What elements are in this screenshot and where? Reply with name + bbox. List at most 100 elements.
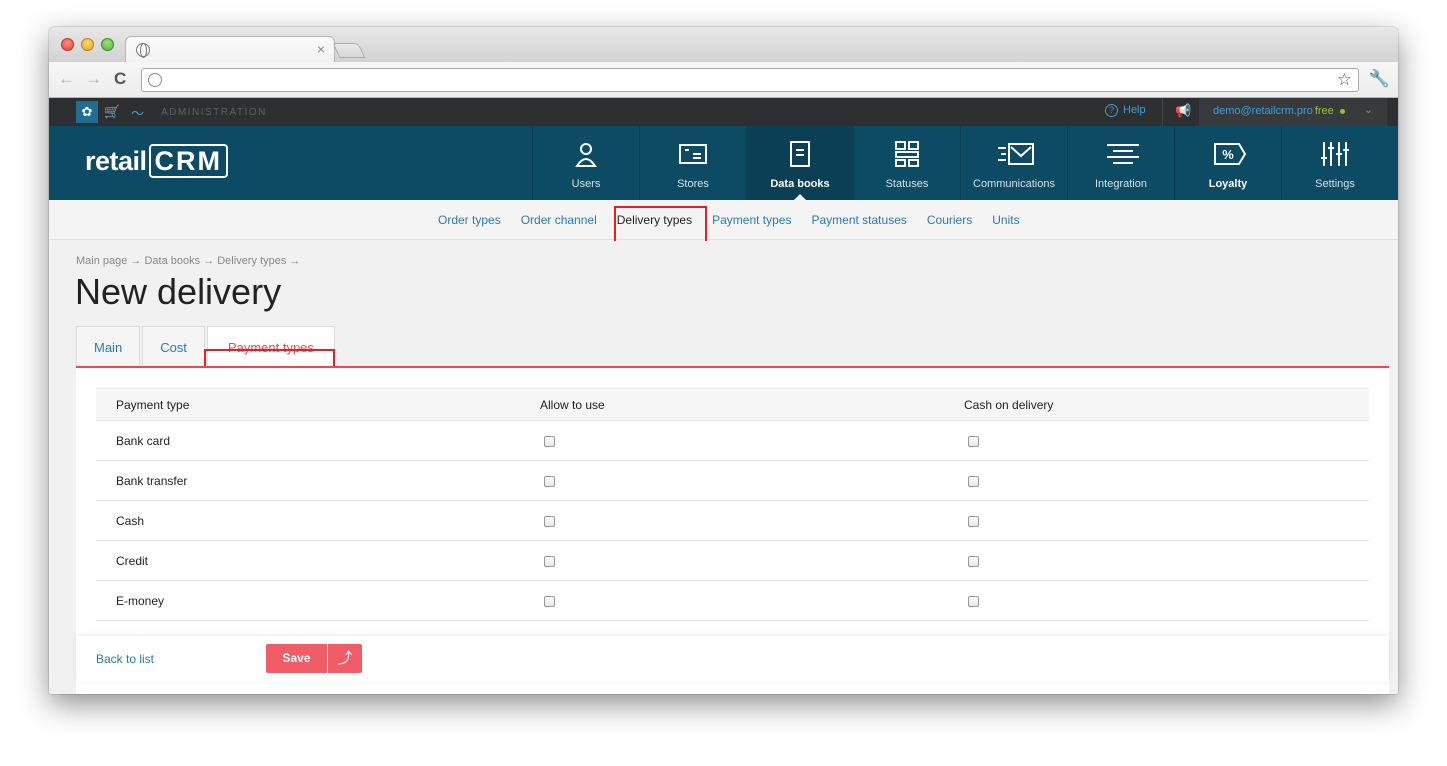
back-arrow-icon[interactable]: ← <box>58 69 75 89</box>
nav-users[interactable]: Users <box>532 126 639 200</box>
back-to-list-link[interactable]: Back to list <box>96 652 154 666</box>
chevron-down-icon[interactable]: ⌄ <box>1364 103 1373 116</box>
cash-on-delivery-cell <box>944 540 1369 581</box>
close-window-button[interactable] <box>61 38 74 51</box>
table-row: Bank card <box>96 420 1369 461</box>
page-title: New delivery <box>75 271 282 312</box>
cash-on-delivery-checkbox[interactable] <box>968 435 979 447</box>
allow-to-use-checkbox[interactable] <box>544 475 555 487</box>
page-icon <box>148 73 162 87</box>
sliders-icon <box>1319 140 1351 168</box>
logo-crm-mark: CRM <box>148 144 229 178</box>
divider <box>1162 98 1163 126</box>
subnav-payment-statuses[interactable]: Payment statuses <box>811 213 906 227</box>
payment-type-name: Credit <box>96 540 520 581</box>
cash-on-delivery-checkbox[interactable] <box>968 515 979 527</box>
nav-communications[interactable]: Communications <box>960 126 1067 200</box>
save-and-exit-icon[interactable]: ⤴ <box>328 644 362 673</box>
breadcrumb: Main page → Data books → Delivery types … <box>76 255 301 267</box>
address-bar[interactable]: ☆ <box>141 68 1359 92</box>
cash-on-delivery-cell <box>944 500 1369 541</box>
help-icon: ? <box>1105 104 1118 117</box>
zoom-window-button[interactable] <box>101 38 114 51</box>
cash-on-delivery-checkbox[interactable] <box>968 555 979 567</box>
nav-label: Settings <box>1315 178 1355 190</box>
new-tab-button[interactable] <box>332 43 366 58</box>
integration-icon <box>1105 140 1139 168</box>
column-header: Cash on delivery <box>944 388 1369 421</box>
nav-label: Data books <box>770 178 830 190</box>
subnav-order-types[interactable]: Order types <box>438 213 501 227</box>
nav-settings[interactable]: Settings <box>1281 126 1388 200</box>
cash-on-delivery-checkbox[interactable] <box>968 595 979 607</box>
cash-on-delivery-cell <box>944 580 1369 621</box>
tab-cost[interactable]: Cost <box>142 326 205 366</box>
allow-to-use-checkbox[interactable] <box>544 595 555 607</box>
analytics-chart-icon[interactable]: 〜 <box>131 103 144 122</box>
mail-icon <box>998 140 1034 168</box>
subnav-order-channel[interactable]: Order channel <box>521 213 597 227</box>
megaphone-icon[interactable]: 📢 <box>1175 103 1191 119</box>
payment-type-name: Bank transfer <box>96 460 520 501</box>
bookmark-star-icon[interactable]: ☆ <box>1337 70 1352 90</box>
subnav-units[interactable]: Units <box>992 213 1019 227</box>
subnav-couriers[interactable]: Couriers <box>927 213 972 227</box>
store-icon <box>677 140 709 168</box>
save-button[interactable]: Save <box>266 644 327 673</box>
main-header: retail CRM Users Stores Data books Statu… <box>49 126 1398 200</box>
browser-titlebar: × <box>49 27 1398 63</box>
allow-to-use-checkbox[interactable] <box>544 435 555 447</box>
table-row: Credit <box>96 540 1369 581</box>
subnav-payment-types[interactable]: Payment types <box>712 213 791 227</box>
statuses-icon <box>891 140 923 168</box>
sub-nav: Order types Order channel Delivery types… <box>49 200 1398 243</box>
nav-stores[interactable]: Stores <box>639 126 746 200</box>
allow-to-use-cell <box>520 460 944 501</box>
nav-label: Statuses <box>885 178 929 190</box>
svg-text:%: % <box>1222 147 1234 162</box>
logo-text: retail <box>85 146 147 176</box>
browser-window: × ← → C ☆ 🔧 ✿ 🛒 〜 ADMINISTRATION ? Help 📢… <box>49 27 1398 694</box>
help-link[interactable]: ? Help <box>1105 104 1146 117</box>
user-menu[interactable]: demo@retailcrm.pro free ⌄ <box>1199 98 1387 126</box>
tab-close-icon[interactable]: × <box>317 41 325 57</box>
nav-label: Communications <box>973 178 1055 190</box>
forward-arrow-icon[interactable]: → <box>85 69 102 89</box>
main-nav: Users Stores Data books Statuses Communi… <box>532 126 1388 200</box>
help-label: Help <box>1123 104 1146 116</box>
content-area: Main page → Data books → Delivery types … <box>49 241 1398 694</box>
cart-icon[interactable]: 🛒 <box>104 104 120 120</box>
nav-statuses[interactable]: Statuses <box>853 126 960 200</box>
allow-to-use-cell <box>520 420 944 461</box>
column-header: Allow to use <box>520 388 944 421</box>
nav-integration[interactable]: Integration <box>1067 126 1174 200</box>
nav-data-books[interactable]: Data books <box>746 126 853 200</box>
cash-on-delivery-checkbox[interactable] <box>968 475 979 487</box>
payment-type-name: E-money <box>96 580 520 621</box>
allow-to-use-checkbox[interactable] <box>544 515 555 527</box>
user-icon <box>570 140 602 168</box>
allow-to-use-cell <box>520 540 944 581</box>
gear-icon[interactable]: ✿ <box>76 101 98 123</box>
nav-label: Integration <box>1095 178 1147 190</box>
payment-types-table: Payment type Allow to use Cash on delive… <box>96 388 1369 621</box>
sub-nav-links: Order types Order channel Delivery types… <box>438 213 1040 227</box>
allow-to-use-cell <box>520 500 944 541</box>
wrench-icon[interactable]: 🔧 <box>1369 69 1390 89</box>
book-icon <box>784 140 816 168</box>
cash-on-delivery-cell <box>944 420 1369 461</box>
user-email: demo@retailcrm.pro <box>1213 105 1313 117</box>
table-row: Bank transfer <box>96 460 1369 501</box>
nav-loyalty[interactable]: % Loyalty <box>1174 126 1281 200</box>
highlight-box <box>614 206 707 243</box>
allow-to-use-checkbox[interactable] <box>544 555 555 567</box>
retailcrm-logo[interactable]: retail CRM <box>85 144 229 178</box>
table-row: Cash <box>96 500 1369 541</box>
reload-icon[interactable]: C <box>114 69 126 89</box>
column-header: Payment type <box>96 388 520 421</box>
globe-icon <box>136 43 150 57</box>
browser-tab[interactable]: × <box>125 36 335 63</box>
tab-main[interactable]: Main <box>76 326 141 366</box>
percent-tag-icon: % <box>1212 140 1247 168</box>
minimize-window-button[interactable] <box>81 38 94 51</box>
